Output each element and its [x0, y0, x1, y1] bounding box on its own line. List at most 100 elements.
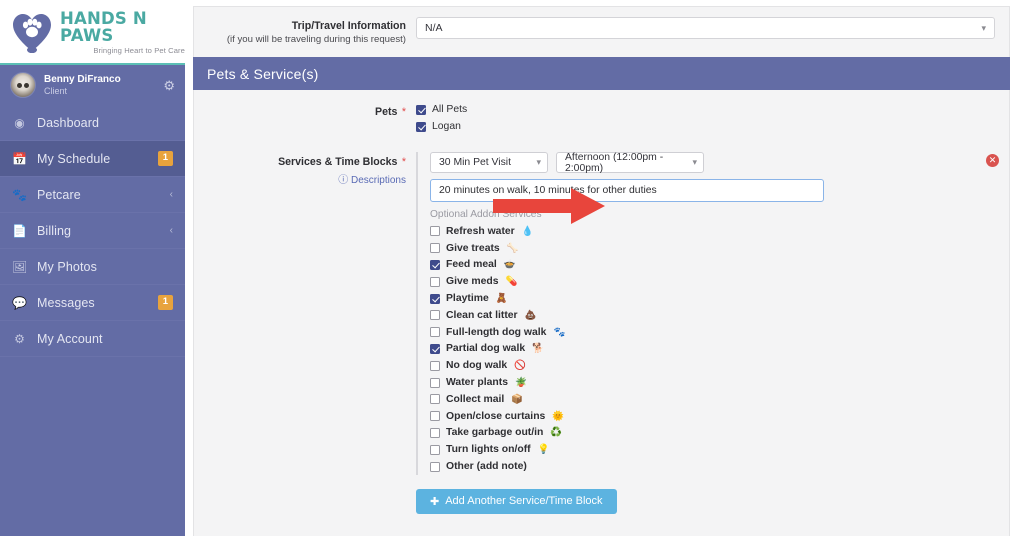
photo-icon: 🖼 [12, 259, 28, 274]
sidebar-item-dashboard[interactable]: ◉ Dashboard [0, 105, 185, 141]
addon-turn-lights-on-off[interactable]: Turn lights on/off 💡 [430, 441, 1009, 458]
pets-services-panel: Pets * All Pets Logan Services & Time Bl… [193, 90, 1010, 536]
chevron-down-icon: ▾ [536, 157, 541, 167]
sidebar-label-my-photos: My Photos [37, 259, 97, 274]
time-block-select[interactable]: Afternoon (12:00pm - 2:00pm) ▾ [556, 152, 704, 174]
account-gear-icon: ⚙ [14, 331, 25, 346]
trip-label-line1: Trip/Travel Information [291, 20, 406, 32]
section-title: Pets & Service(s) [207, 65, 319, 82]
addon-water-plants[interactable]: Water plants 🪴 [430, 374, 1009, 391]
descriptions-link[interactable]: ⓘ Descriptions [194, 171, 406, 186]
checkbox-icon[interactable] [416, 104, 426, 115]
checkbox-icon[interactable] [430, 243, 440, 254]
water-drop-icon: 💧 [521, 225, 534, 237]
paws-icon: 🐾 [12, 187, 27, 202]
addon-clean-cat-litter[interactable]: Clean cat litter 💩 [430, 307, 1009, 324]
addon-collect-mail[interactable]: Collect mail 📦 [430, 391, 1009, 408]
user-profile[interactable]: Benny DiFranco Client ⚙ [0, 65, 185, 105]
trip-travel-select[interactable]: N/A ▾ [416, 17, 995, 39]
addon-label: Refresh water [446, 225, 515, 237]
sidebar-item-messages[interactable]: 💬 Messages 1 [0, 285, 185, 321]
trip-travel-row: Trip/Travel Information (if you will be … [193, 6, 1010, 57]
addon-playtime[interactable]: Playtime 🧸 [430, 290, 1009, 307]
addon-label: Turn lights on/off [446, 444, 531, 456]
checkbox-icon[interactable] [430, 394, 440, 405]
pets-checkbox-all-pets[interactable]: All Pets [416, 102, 467, 117]
addon-full-length-dog-walk[interactable]: Full-length dog walk 🐾 [430, 324, 1009, 341]
services-label-block: Services & Time Blocks * ⓘ Descriptions [194, 152, 416, 186]
remove-circle-icon[interactable]: ✕ [986, 154, 999, 167]
addon-label: Clean cat litter [446, 309, 518, 321]
checkbox-icon[interactable] [430, 377, 440, 388]
checkbox-icon[interactable] [430, 343, 440, 354]
sidebar-nav: ◉ Dashboard 📅 My Schedule 1 🐾 Petcare ‹ … [0, 105, 185, 357]
sidebar-badge-messages: 1 [157, 295, 173, 310]
question-circle-icon: ⓘ [338, 175, 349, 186]
gear-icon[interactable]: ⚙ [163, 79, 175, 92]
addon-feed-meal[interactable]: Feed meal 🍲 [430, 257, 1009, 274]
package-icon: 📦 [511, 393, 524, 405]
addon-take-garbage-out-in[interactable]: Take garbage out/in ♻️ [430, 425, 1009, 442]
addon-refresh-water[interactable]: Refresh water 💧 [430, 223, 1009, 240]
pets-option-label: All Pets [432, 104, 468, 115]
heart-paw-icon [10, 11, 54, 53]
service-type-value: 30 Min Pet Visit [439, 157, 511, 168]
checkbox-icon[interactable] [430, 226, 440, 237]
checkbox-icon[interactable] [430, 276, 440, 287]
service-type-select[interactable]: 30 Min Pet Visit ▾ [430, 152, 548, 173]
pets-checkbox-logan[interactable]: Logan [416, 119, 467, 134]
pets-field-row: Pets * All Pets Logan [194, 102, 1009, 136]
addon-other-add-note[interactable]: Other (add note) [430, 458, 1009, 475]
services-required-mark: * [401, 156, 406, 168]
addon-no-dog-walk[interactable]: No dog walk 🚫 [430, 357, 1009, 374]
plant-icon: 🪴 [514, 377, 527, 389]
add-another-service-button[interactable]: ✚ Add Another Service/Time Block [416, 488, 617, 514]
checkbox-icon[interactable] [430, 411, 440, 422]
checkbox-icon[interactable] [430, 461, 440, 472]
addon-partial-dog-walk[interactable]: Partial dog walk 🐕 [430, 341, 1009, 358]
checkbox-icon[interactable] [430, 310, 440, 321]
lightbulb-icon: 💡 [537, 444, 550, 456]
addon-label: Playtime [446, 293, 489, 305]
sidebar-item-my-account[interactable]: ⚙ My Account [0, 321, 185, 357]
sidebar-label-my-account: My Account [37, 331, 103, 346]
checkbox-icon[interactable] [430, 444, 440, 455]
checkbox-icon[interactable] [430, 259, 440, 270]
brand-logo[interactable]: HANDS N PAWS Bringing Heart to Pet Care [0, 0, 185, 65]
sidebar-label-messages: Messages [37, 295, 95, 310]
service-selectors: 30 Min Pet Visit ▾ Afternoon (12:00pm - … [430, 152, 1009, 174]
checkbox-icon[interactable] [430, 327, 440, 338]
pets-option-label: Logan [432, 121, 461, 132]
service-note-value: 20 minutes on walk, 10 minutes for other… [439, 185, 657, 196]
addon-label: Open/close curtains [446, 410, 546, 422]
sidebar-item-my-photos[interactable]: 🖼 My Photos [0, 249, 185, 285]
addon-give-meds[interactable]: Give meds 💊 [430, 273, 1009, 290]
sidebar-label-dashboard: Dashboard [37, 115, 100, 130]
addon-label: Other (add note) [446, 461, 527, 473]
chevron-left-icon: ‹ [169, 189, 173, 200]
addon-label: Feed meal [446, 259, 497, 271]
addon-label: Take garbage out/in [446, 427, 544, 439]
sidebar-label-my-schedule: My Schedule [37, 151, 111, 166]
addon-open-close-curtains[interactable]: Open/close curtains 🌞 [430, 408, 1009, 425]
checkbox-icon[interactable] [416, 121, 426, 132]
addon-give-treats[interactable]: Give treats 🦴 [430, 240, 1009, 257]
main-content: Trip/Travel Information (if you will be … [185, 0, 1024, 536]
poop-icon: 💩 [524, 309, 537, 321]
recycle-icon: ♻️ [550, 427, 563, 439]
sidebar-item-petcare[interactable]: 🐾 Petcare ‹ [0, 177, 185, 213]
pets-label-block: Pets * [194, 102, 416, 120]
addon-label: Water plants [446, 377, 508, 389]
sidebar-label-billing: Billing [37, 223, 72, 238]
sidebar-item-billing[interactable]: 📄 Billing ‹ [0, 213, 185, 249]
addon-label: No dog walk [446, 360, 508, 372]
checkbox-icon[interactable] [430, 427, 440, 438]
checkbox-icon[interactable] [430, 293, 440, 304]
sidebar-item-my-schedule[interactable]: 📅 My Schedule 1 [0, 141, 185, 177]
bone-icon: 🦴 [506, 242, 519, 254]
toy-icon: 🧸 [495, 293, 508, 305]
service-note-input[interactable]: 20 minutes on walk, 10 minutes for other… [430, 179, 824, 202]
trip-label-line2: (if you will be traveling during this re… [226, 34, 406, 45]
checkbox-icon[interactable] [430, 360, 440, 371]
sun-icon: 🌞 [552, 410, 565, 422]
